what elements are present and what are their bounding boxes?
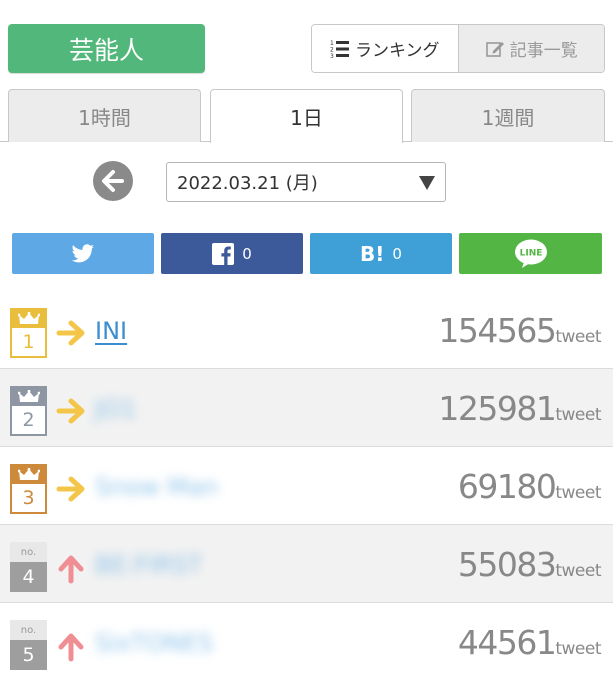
arrow-right-icon (56, 320, 85, 346)
facebook-icon (212, 242, 235, 265)
rank-number: 2 (12, 406, 45, 434)
trend-same (56, 320, 86, 350)
tab-label: 1週間 (481, 105, 535, 130)
tweet-count-value: 44561 (457, 623, 557, 662)
ranking-name-link[interactable]: Snow Man (95, 473, 218, 501)
ranking-row: no. 4 BE:FIRST 55083 tweet (0, 525, 613, 603)
ranking-row: 2 JO1 125981 tweet (0, 369, 613, 447)
ranking-name-link[interactable]: BE:FIRST (95, 551, 202, 579)
tab-label: 1時間 (78, 105, 131, 130)
tweet-count-unit: tweet (555, 327, 601, 347)
rank-number: 5 (10, 640, 47, 670)
tab-label: 1日 (290, 106, 323, 130)
ranking-name-link[interactable]: SixTONES (95, 629, 213, 657)
tweet-count: 125981 tweet (438, 389, 601, 428)
rank-medal: 3 (10, 464, 47, 514)
caret-down-icon (419, 176, 435, 190)
ranking-name-link[interactable]: INI (95, 317, 127, 345)
tweet-count: 154565 tweet (438, 311, 601, 350)
tweet-count-value: 154565 (438, 311, 556, 350)
rank-no-label: no. (10, 620, 47, 640)
ranking-name-link[interactable]: JO1 (95, 395, 136, 423)
tweet-count-unit: tweet (555, 561, 601, 581)
tweet-count: 69180 tweet (457, 467, 602, 506)
crown-icon (17, 468, 40, 480)
hatena-bookmark-count: 0 (392, 244, 402, 263)
articles-view-button[interactable]: 記事一覧 (458, 25, 604, 72)
tab-1-hour[interactable]: 1時間 (8, 89, 201, 142)
svg-text:3: 3 (330, 53, 334, 59)
rank-medal: 1 (10, 308, 47, 358)
category-label: 芸能人 (68, 35, 144, 65)
arrow-up-icon (58, 633, 84, 662)
date-navigation: 2022.03.21 (月) (0, 160, 613, 204)
svg-text:LINE: LINE (519, 248, 542, 258)
ranking-list: 1 INI 154565 tweet 2 JO1 125981 tweet 3 Sno… (0, 291, 613, 680)
previous-day-button[interactable] (93, 161, 133, 201)
rank-badge: no. 5 (10, 620, 47, 670)
crown-icon (17, 390, 40, 402)
trend-same (56, 398, 86, 428)
tweet-count-unit: tweet (555, 405, 601, 425)
trend-up (56, 632, 86, 666)
hatena-bookmark-icon: B! (360, 241, 385, 266)
period-tabs: 1時間 1日 1週間 (0, 89, 613, 143)
line-share-button[interactable]: LINE (459, 233, 602, 274)
tweet-count-value: 55083 (457, 545, 557, 584)
articles-view-label: 記事一覧 (509, 41, 578, 61)
arrow-left-icon (102, 170, 124, 192)
rank-number: 1 (12, 328, 45, 356)
arrow-right-icon (56, 476, 85, 502)
crown-icon (17, 312, 40, 324)
twitter-share-button[interactable] (12, 233, 154, 274)
trend-same (56, 476, 86, 506)
tab-1-week[interactable]: 1週間 (411, 89, 605, 142)
ranking-row: 3 Snow Man 69180 tweet (0, 447, 613, 525)
view-toggle: 1 2 3 ランキング 記事一覧 (311, 24, 605, 73)
edit-icon (485, 41, 504, 57)
tab-1-day[interactable]: 1日 (210, 89, 403, 143)
ranking-view-button[interactable]: 1 2 3 ランキング (312, 25, 459, 72)
ranking-view-label: ランキング (355, 41, 440, 61)
rank-badge: no. 4 (10, 542, 47, 592)
date-select-value: 2022.03.21 (月) (177, 173, 318, 194)
tweet-count-unit: tweet (555, 483, 601, 503)
numbered-list-icon: 1 2 3 (330, 40, 349, 59)
ranking-row: no. 5 SixTONES 44561 tweet (0, 603, 613, 680)
share-buttons: 0 B! 0 LINE (12, 233, 602, 274)
ranking-row: 1 INI 154565 tweet (0, 291, 613, 369)
date-select[interactable]: 2022.03.21 (月) (166, 162, 446, 202)
line-icon: LINE (514, 239, 547, 268)
arrow-up-icon (58, 555, 84, 584)
tweet-count-unit: tweet (555, 639, 601, 659)
rank-number: 4 (10, 562, 47, 592)
twitter-bird-icon (71, 243, 95, 262)
tweet-count: 55083 tweet (457, 545, 602, 584)
category-button[interactable]: 芸能人 (8, 24, 205, 73)
facebook-share-count: 0 (242, 244, 252, 263)
tweet-count-value: 69180 (457, 467, 557, 506)
facebook-share-button[interactable]: 0 (161, 233, 303, 274)
arrow-right-icon (56, 398, 85, 424)
tweet-count: 44561 tweet (457, 623, 602, 662)
tweet-count-value: 125981 (438, 389, 556, 428)
hatena-bookmark-button[interactable]: B! 0 (310, 233, 452, 274)
rank-number: 3 (12, 484, 45, 512)
rank-no-label: no. (10, 542, 47, 562)
rank-medal: 2 (10, 386, 47, 436)
trend-up (56, 554, 86, 588)
